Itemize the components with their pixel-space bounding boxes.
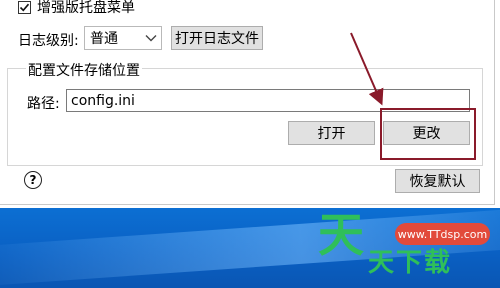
log-level-select[interactable]: 普通 [84,26,162,50]
chevron-down-icon [145,35,157,42]
watermark-logo: 天 [318,208,364,262]
path-label: 路径: [27,96,60,112]
checkmark-icon [19,3,30,11]
watermark-url-bubble: www.TTdsp.com [395,223,490,245]
path-input[interactable]: config.ini [66,89,470,112]
config-group-title: 配置文件存储位置 [26,60,142,80]
restore-default-button[interactable]: 恢复默认 [395,169,480,193]
change-config-button[interactable]: 更改 [383,121,470,145]
tray-menu-row[interactable]: 增强版托盘菜单 [18,0,135,16]
help-icon[interactable]: ? [24,171,42,189]
tray-menu-checkbox[interactable] [18,0,31,14]
config-location-group [7,68,483,166]
watermark-text: 天下载 [368,248,453,278]
settings-dialog: 增强版托盘菜单 日志级别: 普通 打开日志文件 配置文件存储位置 路径: con… [0,0,495,205]
open-config-button[interactable]: 打开 [288,121,375,145]
log-level-label: 日志级别: [18,33,79,49]
log-level-value: 普通 [90,31,118,47]
tray-menu-label: 增强版托盘菜单 [37,0,135,16]
open-log-file-button[interactable]: 打开日志文件 [171,26,263,50]
